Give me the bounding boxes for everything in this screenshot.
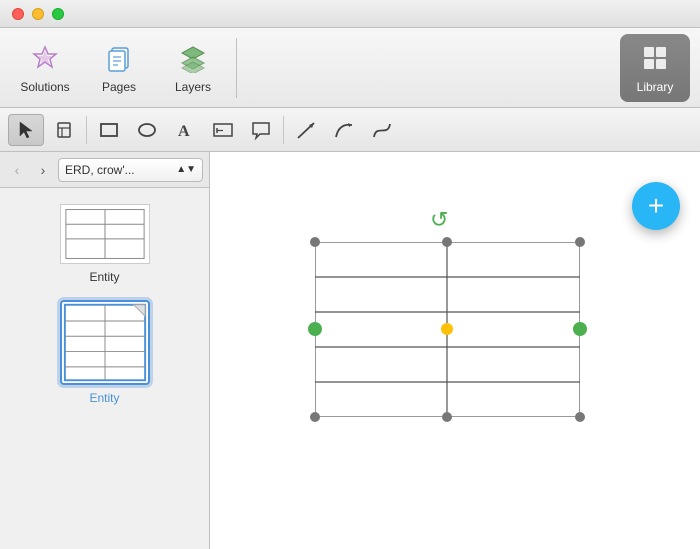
pointer-tool[interactable] [8, 114, 44, 146]
canvas[interactable]: + ↻ [210, 152, 700, 549]
handle-bottom-center[interactable] [442, 412, 452, 422]
solutions-label: Solutions [20, 80, 69, 94]
text-tool[interactable]: A [167, 114, 203, 146]
title-bar [0, 0, 700, 28]
pages-icon [103, 42, 135, 74]
canvas-entity-container[interactable] [305, 232, 590, 427]
handle-top-center[interactable] [442, 237, 452, 247]
entity-selected-preview [60, 300, 150, 385]
callout-tool[interactable] [243, 114, 279, 146]
solutions-icon [29, 42, 61, 74]
main-toolbar: Solutions Pages Layers [0, 28, 700, 108]
entity-selected-item[interactable]: Entity [60, 300, 150, 405]
close-button[interactable] [12, 8, 24, 20]
handle-bottom-left[interactable] [310, 412, 320, 422]
ellipse-tool[interactable] [129, 114, 165, 146]
nav-forward-button[interactable]: › [32, 159, 54, 181]
layers-label: Layers [175, 80, 211, 94]
fab-button[interactable]: + [632, 182, 680, 230]
minimize-button[interactable] [32, 8, 44, 20]
library-label: Library [637, 80, 674, 94]
solutions-button[interactable]: Solutions [10, 34, 80, 102]
maximize-button[interactable] [52, 8, 64, 20]
bezier-tool[interactable] [364, 114, 400, 146]
shape-toolbar: A [0, 108, 700, 152]
breadcrumb-label: ERD, crow'... [65, 163, 135, 177]
entity-selected-label: Entity [89, 391, 119, 405]
layers-button[interactable]: Layers [158, 34, 228, 102]
layers-icon [177, 42, 209, 74]
curve-tool[interactable] [326, 114, 362, 146]
svg-text:A: A [178, 123, 190, 140]
handle-top-left[interactable] [310, 237, 320, 247]
sidebar: ‹ › ERD, crow'... ▲▼ Entity [0, 152, 210, 549]
pages-label: Pages [102, 80, 136, 94]
handle-center[interactable] [441, 323, 453, 335]
entity-unselected-label: Entity [89, 270, 119, 284]
library-icon [639, 42, 671, 74]
rectangle-tool[interactable] [91, 114, 127, 146]
pages-button[interactable]: Pages [84, 34, 154, 102]
handle-top-right[interactable] [575, 237, 585, 247]
main-content: ‹ › ERD, crow'... ▲▼ Entity [0, 152, 700, 549]
entity-unselected-item[interactable]: Entity [60, 204, 150, 284]
shape-separator-1 [86, 116, 87, 144]
line-tool[interactable] [288, 114, 324, 146]
sidebar-nav: ‹ › ERD, crow'... ▲▼ [0, 152, 209, 188]
toolbar-separator [236, 38, 237, 98]
sidebar-content: Entity Entity [0, 188, 209, 549]
handle-mid-right[interactable] [573, 322, 587, 336]
breadcrumb-chevron: ▲▼ [176, 164, 196, 175]
shape-separator-2 [283, 116, 284, 144]
library-button[interactable]: Library [620, 34, 690, 102]
entity-unselected-preview [60, 204, 150, 264]
rotate-indicator: ↻ [430, 207, 448, 233]
handle-mid-left[interactable] [308, 322, 322, 336]
text-box-tool[interactable] [205, 114, 241, 146]
handle-bottom-right[interactable] [575, 412, 585, 422]
fab-icon: + [648, 192, 664, 220]
breadcrumb-select[interactable]: ERD, crow'... ▲▼ [58, 158, 203, 182]
text-cursor-tool[interactable] [46, 114, 82, 146]
nav-back-button[interactable]: ‹ [6, 159, 28, 181]
